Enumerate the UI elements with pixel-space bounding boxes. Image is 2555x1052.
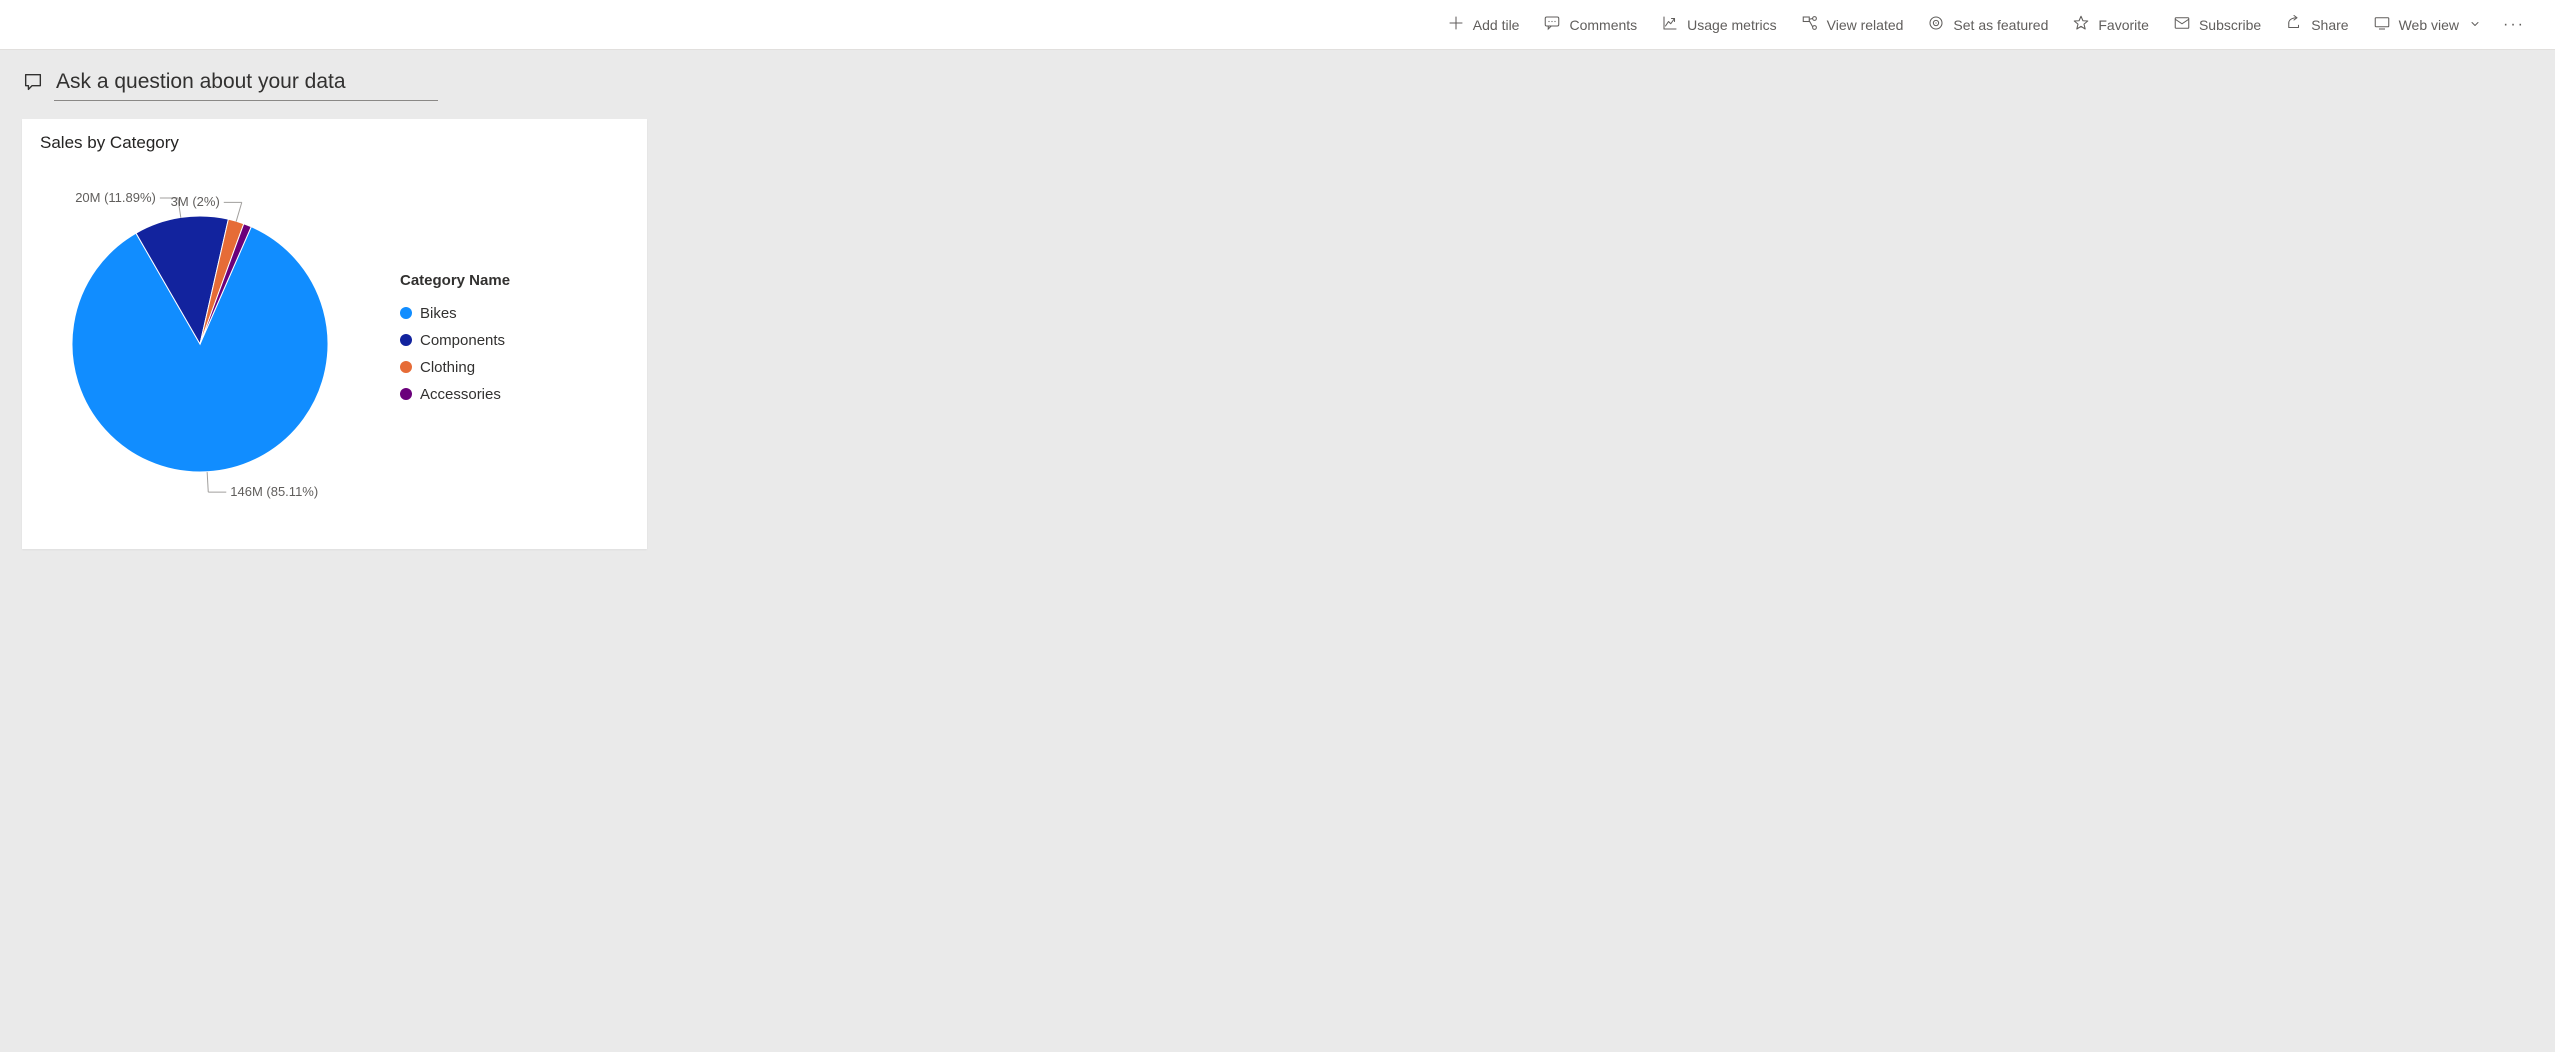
- web-view-button[interactable]: Web view: [2361, 0, 2493, 49]
- pie-chart-area: 146M (85.11%) 20M (11.89%) 3M (2%): [40, 153, 360, 521]
- dashboard-toolbar: Add tile Comments Usage metrics View rel…: [0, 0, 2555, 50]
- set-featured-label: Set as featured: [1953, 17, 2048, 33]
- usage-metrics-label: Usage metrics: [1687, 17, 1776, 33]
- pie-chart[interactable]: [70, 214, 330, 474]
- speech-bubble-icon: [22, 71, 44, 98]
- legend: Category Name Bikes Components Clothing …: [400, 272, 510, 403]
- legend-item-clothing[interactable]: Clothing: [400, 359, 510, 376]
- subscribe-label: Subscribe: [2199, 17, 2261, 33]
- view-related-button[interactable]: View related: [1789, 0, 1916, 49]
- comment-bubble-icon: [1543, 14, 1561, 35]
- target-icon: [1927, 14, 1945, 35]
- qna-row: [0, 50, 2555, 101]
- legend-swatch: [400, 388, 412, 400]
- legend-swatch: [400, 361, 412, 373]
- data-label-clothing: 3M (2%): [171, 194, 220, 209]
- legend-item-components[interactable]: Components: [400, 332, 510, 349]
- add-tile-button[interactable]: Add tile: [1435, 0, 1532, 49]
- ellipsis-icon: ···: [2503, 16, 2525, 34]
- legend-item-accessories[interactable]: Accessories: [400, 386, 510, 403]
- dashboard-canvas: Sales by Category 146M (85.11%) 20M (11.…: [0, 101, 2555, 567]
- share-label: Share: [2311, 17, 2348, 33]
- envelope-icon: [2173, 14, 2191, 35]
- share-button[interactable]: Share: [2273, 0, 2360, 49]
- usage-metrics-button[interactable]: Usage metrics: [1649, 0, 1788, 49]
- subscribe-button[interactable]: Subscribe: [2161, 0, 2273, 49]
- share-icon: [2285, 14, 2303, 35]
- comments-label: Comments: [1569, 17, 1637, 33]
- tile-title: Sales by Category: [40, 133, 629, 153]
- comments-button[interactable]: Comments: [1531, 0, 1649, 49]
- chevron-down-icon: [2467, 17, 2481, 33]
- favorite-label: Favorite: [2098, 17, 2149, 33]
- line-chart-icon: [1661, 14, 1679, 35]
- legend-swatch: [400, 307, 412, 319]
- data-label-bikes: 146M (85.11%): [230, 484, 318, 499]
- view-related-icon: [1801, 14, 1819, 35]
- favorite-button[interactable]: Favorite: [2060, 0, 2161, 49]
- web-view-label: Web view: [2399, 17, 2459, 33]
- set-featured-button[interactable]: Set as featured: [1915, 0, 2060, 49]
- legend-label: Clothing: [420, 359, 475, 376]
- sales-by-category-tile[interactable]: Sales by Category 146M (85.11%) 20M (11.…: [22, 119, 647, 549]
- tile-body: 146M (85.11%) 20M (11.89%) 3M (2%) Categ…: [40, 153, 629, 521]
- legend-swatch: [400, 334, 412, 346]
- legend-title: Category Name: [400, 272, 510, 289]
- star-icon: [2072, 14, 2090, 35]
- legend-label: Components: [420, 332, 505, 349]
- data-label-components: 20M (11.89%): [75, 190, 156, 205]
- add-tile-label: Add tile: [1473, 17, 1520, 33]
- legend-label: Bikes: [420, 305, 457, 322]
- more-options-button[interactable]: ···: [2493, 0, 2535, 49]
- plus-icon: [1447, 14, 1465, 35]
- monitor-icon: [2373, 14, 2391, 35]
- qna-input[interactable]: [54, 68, 438, 101]
- view-related-label: View related: [1827, 17, 1904, 33]
- legend-label: Accessories: [420, 386, 501, 403]
- legend-item-bikes[interactable]: Bikes: [400, 305, 510, 322]
